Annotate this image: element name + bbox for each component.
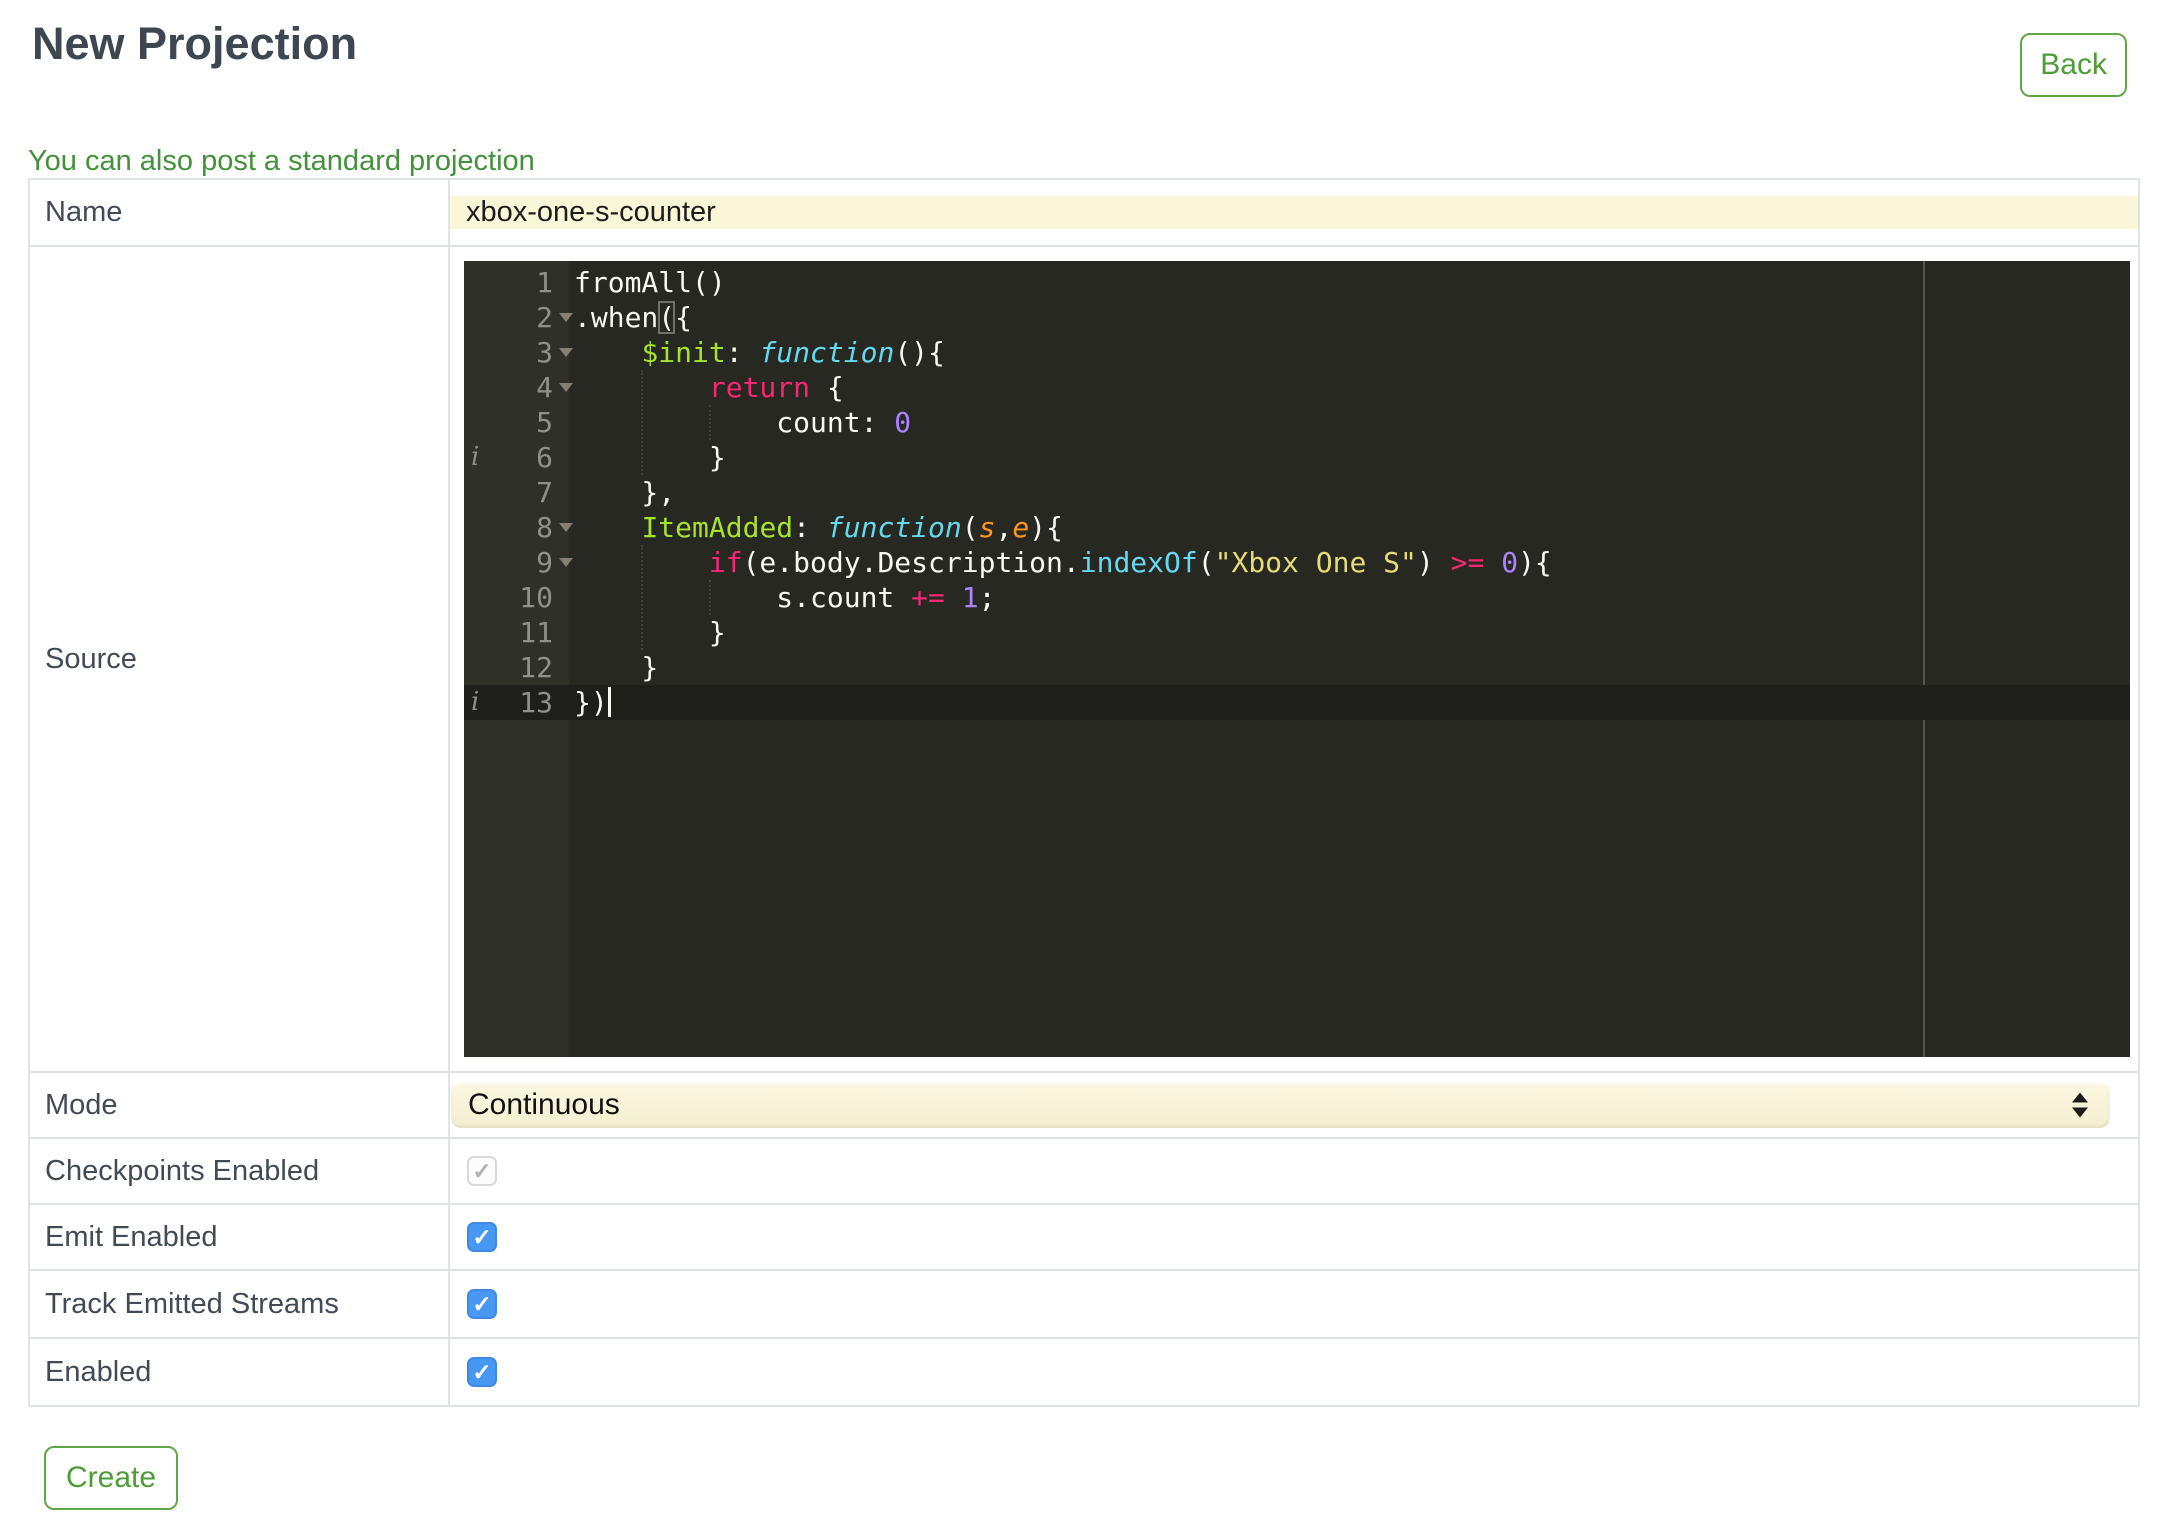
gutter-line-4: 4 <box>464 370 573 405</box>
code-line-11: } <box>574 616 726 649</box>
source-code-editor[interactable]: 1 2 3 4 5 6 i 7 8 9 10 11 12 13 i fromAll() .when({ $ini… <box>464 261 2130 1057</box>
gutter-line-10: 10 <box>464 580 569 615</box>
line-number: 11 <box>519 616 553 649</box>
gutter-line-8: 8 <box>464 510 573 545</box>
line-number: 2 <box>536 301 553 334</box>
line-number: 9 <box>536 546 553 579</box>
row-label-mode: Mode <box>28 1071 450 1139</box>
code-line-12: } <box>574 651 659 684</box>
form-row-name: Name <box>28 178 2140 247</box>
row-label-name: Name <box>28 178 450 247</box>
checkbox-checkpoints-enabled: ✓ <box>467 1156 497 1186</box>
row-label-enabled: Enabled <box>28 1337 450 1407</box>
row-value-track-emitted-streams: ✓ <box>448 1269 2140 1339</box>
form-row-emit-enabled: Emit Enabled ✓ <box>28 1203 2140 1271</box>
row-label-track-emitted-streams: Track Emitted Streams <box>28 1269 450 1339</box>
page-header: New Projection Back <box>0 18 2166 108</box>
mode-select-value: Continuous <box>468 1088 620 1121</box>
line-number: 5 <box>536 406 553 439</box>
info-annotation-icon: i <box>471 687 480 717</box>
gutter-line-2: 2 <box>464 300 573 335</box>
line-number: 6 <box>536 441 553 474</box>
gutter-line-1: 1 <box>464 265 569 300</box>
code-line-9: if(e.body.Description.indexOf("Xbox One … <box>708 546 1552 579</box>
line-number: 8 <box>536 511 553 544</box>
text-cursor <box>607 687 611 717</box>
code-line-4: return { <box>708 371 844 404</box>
indent-guide <box>641 370 643 475</box>
form-row-source: Source 1 2 3 4 5 6 i 7 8 9 10 11 12 13 i fromAll() .when(… <box>28 245 2140 1073</box>
indent-guide <box>641 545 643 650</box>
row-value-source: 1 2 3 4 5 6 i 7 8 9 10 11 12 13 i fromAll() .when({ $ini… <box>448 245 2140 1073</box>
indent-guide <box>709 580 711 615</box>
gutter-line-5: 5 <box>464 405 569 440</box>
line-number: 3 <box>536 336 553 369</box>
gutter-line-9: 9 <box>464 545 573 580</box>
checkbox-track-emitted-streams[interactable]: ✓ <box>467 1289 497 1319</box>
standard-projection-link[interactable]: You can also post a standard projection <box>28 145 535 178</box>
indent-guide <box>709 405 711 440</box>
line-number: 7 <box>536 476 553 509</box>
gutter-line-6: 6i <box>464 440 569 475</box>
row-label-source: Source <box>28 245 450 1073</box>
checkmark-icon: ✓ <box>472 1290 492 1317</box>
page-title: New Projection <box>32 18 358 69</box>
row-value-mode: Continuous <box>448 1071 2140 1139</box>
line-number: 13 <box>519 686 553 719</box>
create-button[interactable]: Create <box>44 1446 179 1510</box>
code-line-6: } <box>574 441 726 474</box>
row-label-checkpoints-enabled: Checkpoints Enabled <box>28 1137 450 1205</box>
gutter-line-12: 12 <box>464 650 569 685</box>
code-line-2: .when({ <box>574 301 693 334</box>
code-line-5: count: 0 <box>574 406 912 439</box>
code-line-1: fromAll() <box>574 266 726 299</box>
gutter-line-11: 11 <box>464 615 569 650</box>
form-row-track-emitted-streams: Track Emitted Streams ✓ <box>28 1269 2140 1339</box>
row-value-emit-enabled: ✓ <box>448 1203 2140 1271</box>
form-row-enabled: Enabled ✓ <box>28 1337 2140 1407</box>
line-number: 10 <box>519 581 553 614</box>
code-line-3: $init: function(){ <box>641 336 945 369</box>
checkbox-emit-enabled[interactable]: ✓ <box>467 1222 497 1252</box>
gutter-line-7: 7 <box>464 475 569 510</box>
gutter-line-13: 13 i <box>464 685 569 720</box>
mode-select[interactable]: Continuous <box>451 1082 2110 1128</box>
checkmark-icon: ✓ <box>472 1358 492 1385</box>
name-input[interactable] <box>450 196 2138 229</box>
checkbox-enabled[interactable]: ✓ <box>467 1357 497 1387</box>
line-number: 4 <box>536 371 553 404</box>
form-row-checkpoints-enabled: Checkpoints Enabled ✓ <box>28 1137 2140 1205</box>
code-line-8: ItemAdded: function(s,e){ <box>641 511 1063 544</box>
form-row-mode: Mode Continuous <box>28 1071 2140 1139</box>
back-button[interactable]: Back <box>2020 33 2127 97</box>
row-value-checkpoints-enabled: ✓ <box>448 1137 2140 1205</box>
code-line-13: }) <box>569 685 2130 720</box>
projection-form-table: NameSource123456i78910111213ifromAll().w… <box>28 178 2140 1407</box>
editor-text-area: fromAll() .when({ $init: function(){ retu… <box>569 261 2130 1057</box>
info-annotation-icon: i <box>471 442 480 472</box>
row-label-emit-enabled: Emit Enabled <box>28 1203 450 1271</box>
line-number: 1 <box>536 266 553 299</box>
code-line-7: }, <box>574 476 676 509</box>
gutter-line-3: 3 <box>464 335 573 370</box>
code-line-10: s.count += 1; <box>574 581 996 614</box>
editor-gutter: 1 2 3 4 5 6 i 7 8 9 10 11 12 13 i <box>464 261 573 1057</box>
checkmark-icon: ✓ <box>472 1157 492 1184</box>
row-value-name <box>448 178 2140 247</box>
line-number: 12 <box>519 651 553 684</box>
select-arrows-icon <box>2072 1092 2088 1118</box>
row-value-enabled: ✓ <box>448 1337 2140 1407</box>
checkmark-icon: ✓ <box>472 1223 492 1250</box>
